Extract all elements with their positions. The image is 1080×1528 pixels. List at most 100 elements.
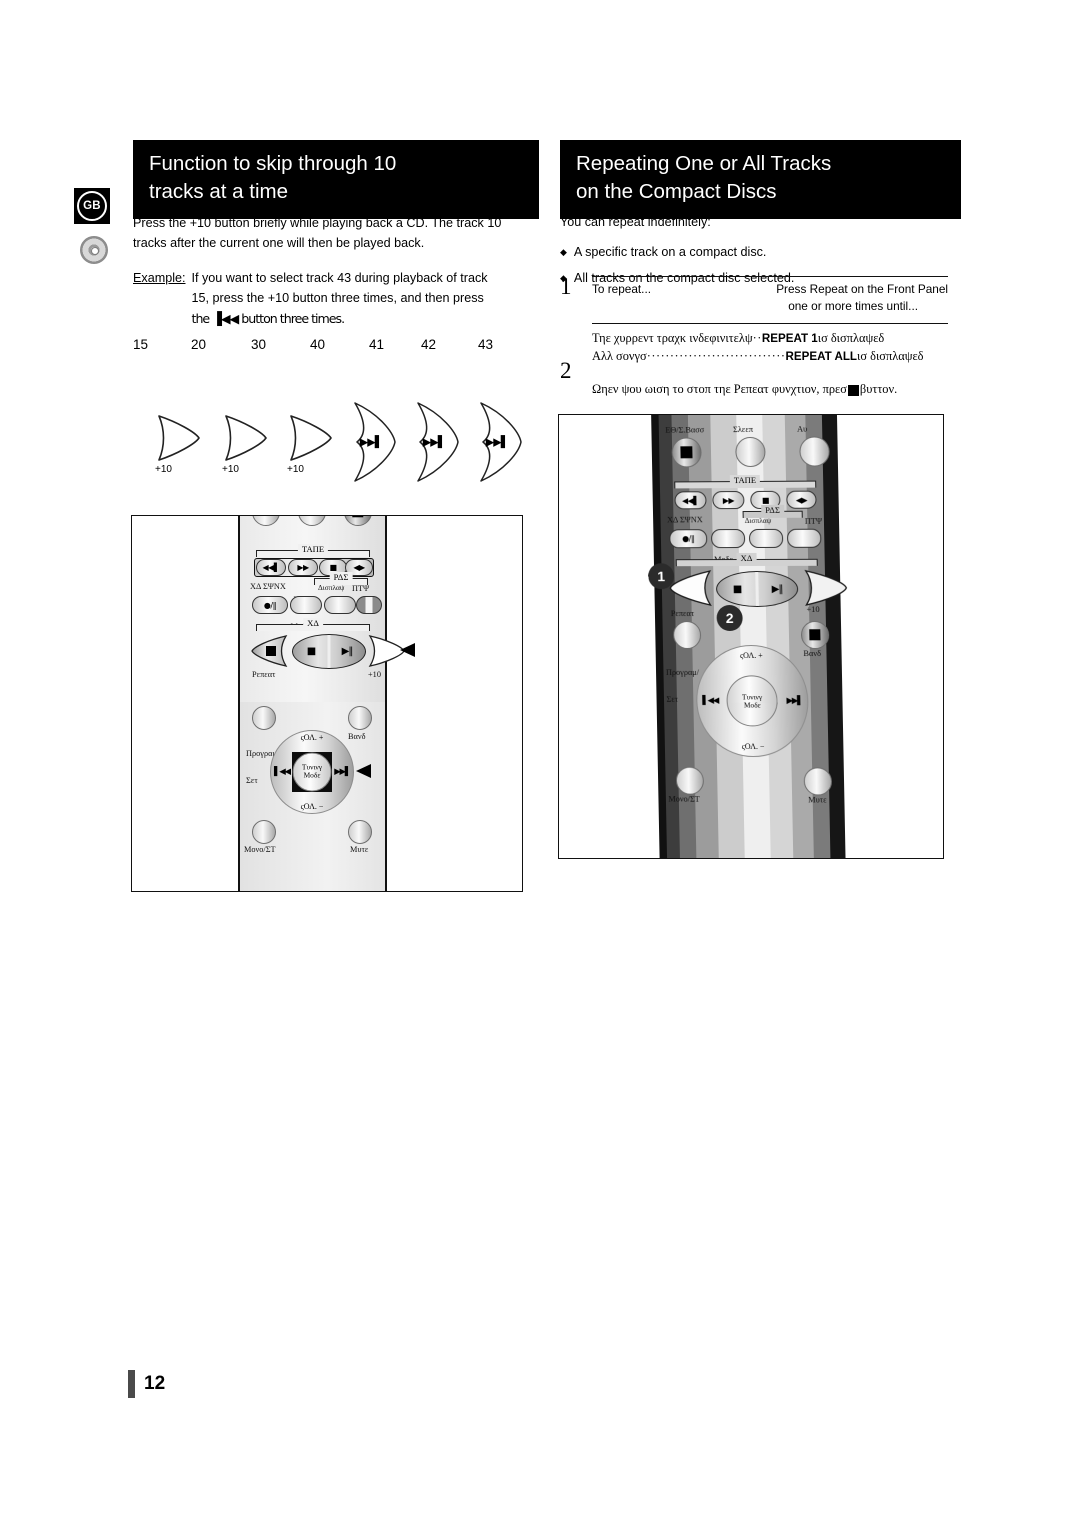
mute-button[interactable] xyxy=(804,767,833,795)
tape-section-bracket: ΤΑΠΕ xyxy=(674,481,816,489)
page-number: 12 xyxy=(144,1373,165,1395)
section-header-left-line2: tracks at a time xyxy=(149,178,539,206)
tape-section-bracket: ΤΑΠΕ xyxy=(256,550,370,557)
plus10-arrow-icon xyxy=(218,412,270,464)
mute-label: Μυτε xyxy=(808,795,827,804)
skip-forward-button-3: ▶▶▌ xyxy=(469,400,525,484)
skip-forward-button-1: ▶▶▌ xyxy=(343,400,399,484)
mute-button[interactable] xyxy=(348,820,372,844)
remote-knob-top-center[interactable] xyxy=(298,515,326,526)
mute-label: Μυτε xyxy=(350,845,368,854)
program-set-button[interactable] xyxy=(252,706,276,730)
cd-sync-label: ΧΔ ΣΨΝΧ xyxy=(667,515,703,524)
oval-divider xyxy=(328,635,331,668)
eq-sbass-label: ΕΘ/Σ.Βασσ xyxy=(665,425,704,435)
mono-st-button[interactable] xyxy=(676,767,704,795)
remote-control-body-tilted: ΕΘ/Σ.Βασσ Σλεεπ Αυ ΤΑΠΕ ◀◀▌ ▶▶ ■ ◀▶ ΧΔ Σ… xyxy=(651,414,846,859)
repeat-mode-label-1: Τηε χυρρεντ τραχκ ινδεφινιτελψ xyxy=(592,330,753,348)
section-header-left-line1: Function to skip through 10 xyxy=(149,150,539,178)
cd-stop-symbol: ■ xyxy=(717,583,757,594)
step-2-content: Ωηεν ψου ωιση το στοπ τηε Ρεπεατ φυνχτιο… xyxy=(592,381,948,399)
repeat-button[interactable] xyxy=(250,634,290,673)
band-button[interactable] xyxy=(801,621,830,649)
cd-stop-play-button[interactable]: ■ ▶‖ xyxy=(292,634,366,669)
cd-play-pause-symbol: ▶‖ xyxy=(757,583,797,594)
band-button[interactable] xyxy=(348,706,372,730)
manual-page: GB Function to skip through 10 tracks at… xyxy=(0,0,1080,1528)
step-1-row: To repeat... Press Repeat on the Front P… xyxy=(592,281,948,315)
language-badge-label: GB xyxy=(77,191,107,221)
track-number-6: 42 xyxy=(421,337,436,352)
display-button[interactable] xyxy=(324,596,356,614)
cd-play-pause-symbol: ▶‖ xyxy=(329,646,365,657)
cd-sync-button[interactable]: ●/‖ xyxy=(669,529,707,548)
tape-direction-button[interactable]: ◀▶ xyxy=(786,491,816,509)
skip-forward-symbol-2: ▶▶▌ xyxy=(423,436,445,449)
remote-knob-top-right[interactable] xyxy=(344,515,372,526)
repeat-button[interactable] xyxy=(668,569,715,612)
example-label: Example: xyxy=(133,268,186,329)
step-1-right-text: Press Repeat on the Front Panel one or m… xyxy=(776,281,948,315)
skip-forward-symbol-3: ▶▶▌ xyxy=(486,436,508,449)
rds-section-label: ΡΔΣ xyxy=(761,505,784,515)
pty-button[interactable] xyxy=(787,529,821,548)
tape-rewind-button[interactable]: ◀◀▌ xyxy=(256,559,286,576)
step-2-text-before: Ωηεν ψου ωιση το στοπ τηε Ρεπεατ φυνχτιο… xyxy=(592,381,847,399)
pty-button[interactable] xyxy=(356,596,382,614)
rec-mode-button[interactable] xyxy=(290,596,322,614)
skip-forward-icon: ▶▶▌ xyxy=(334,767,350,777)
step-1-left-text: To repeat... xyxy=(592,281,651,315)
tape-section-label: ΤΑΠΕ xyxy=(730,475,760,485)
eq-sbass-button[interactable] xyxy=(671,437,701,467)
plus10-button-3: +10 xyxy=(283,412,335,464)
repeat-intro: You can repeat indefinitely: xyxy=(560,212,950,232)
button-illustration-row: +10 +10 +10 ▶▶▌ ▶▶▌ ▶▶▌ xyxy=(133,400,528,485)
repeat-mode-row-2: Αλλ σονγσ ······························… xyxy=(592,348,948,366)
cd-sync-button[interactable]: ●/‖ xyxy=(252,596,288,614)
repeat-mode-suffix-1: ισ δισπλαψεδ xyxy=(818,330,885,348)
plus10-label: +10 xyxy=(368,670,381,679)
step-1-content: To repeat... Press Repeat on the Front P… xyxy=(592,277,948,315)
display-label: Δισπλαψ xyxy=(745,517,772,525)
plus10-button-1: +10 xyxy=(151,412,203,464)
sleep-button[interactable] xyxy=(735,437,766,467)
tape-fastforward-button[interactable]: ▶▶ xyxy=(288,559,318,576)
example-line-1: If you want to select track 43 during pl… xyxy=(192,268,488,288)
example-line-3: the ▐◀◀ button three times. xyxy=(192,309,488,329)
display-button[interactable] xyxy=(749,529,783,548)
auto-button[interactable] xyxy=(799,436,830,466)
repeat-leaf-icon xyxy=(250,634,290,668)
repeat-mode-dots-2: ······························ xyxy=(647,348,786,366)
plus10-button-2: +10 xyxy=(218,412,270,464)
plus10-caption-1: +10 xyxy=(155,464,172,475)
tuning-mode-button[interactable]: Τυνινγ Μοδε xyxy=(293,753,332,792)
list-item: ◆ A specific track on a compact disc. xyxy=(560,242,950,262)
compact-disc-icon xyxy=(80,236,108,264)
step-1-right-line2: one or more times until... xyxy=(776,298,948,315)
remote-knob-top-left[interactable] xyxy=(252,515,280,526)
repeat-mode-table: Τηε χυρρεντ τραχκ ινδεφινιτελψ ·· REPEAT… xyxy=(592,330,948,365)
repeat-mode-dots-1: ·· xyxy=(753,330,762,348)
pty-label: ΠΤΨ xyxy=(805,517,822,526)
cd-section-label: ΧΔ xyxy=(303,618,323,628)
volume-down-label: ςΟΛ. − xyxy=(301,802,324,811)
repeat-leaf-icon xyxy=(668,569,714,607)
callout-1: 1 xyxy=(648,563,674,589)
navigation-dpad[interactable]: Τυνινγ Μοδε ςΟΛ. + ςΟΛ. − ▌◀◀ ▶▶▌ xyxy=(695,645,809,757)
tape-rewind-button[interactable]: ◀◀▌ xyxy=(674,491,706,509)
mono-st-button[interactable] xyxy=(252,820,276,844)
navigation-dpad[interactable]: Τυνινγ Μοδε ςΟΛ. + ςΟΛ. − ▌◀◀ ▶▶▌ xyxy=(270,730,354,814)
plus10-caption-2: +10 xyxy=(222,464,239,475)
volume-up-label: ςΟΛ. + xyxy=(740,651,763,660)
step-number-1: 1 xyxy=(560,274,572,300)
rds-section-label: ΡΔΣ xyxy=(330,572,353,582)
repeat-mode-row-1: Τηε χυρρεντ τραχκ ινδεφινιτελψ ·· REPEAT… xyxy=(592,330,948,348)
section-header-right: Repeating One or All Tracks on the Compa… xyxy=(560,140,961,219)
program-set-label: Προγραμ/ Σετ xyxy=(666,649,700,723)
rec-mode-button[interactable] xyxy=(711,529,745,548)
band-label: Βανδ xyxy=(348,732,366,741)
plus10-arrow-icon xyxy=(151,412,203,464)
cd-stop-play-button[interactable]: ■ ▶‖ xyxy=(716,571,799,607)
program-set-button[interactable] xyxy=(673,621,701,649)
tape-fastforward-button[interactable]: ▶▶ xyxy=(712,491,744,509)
